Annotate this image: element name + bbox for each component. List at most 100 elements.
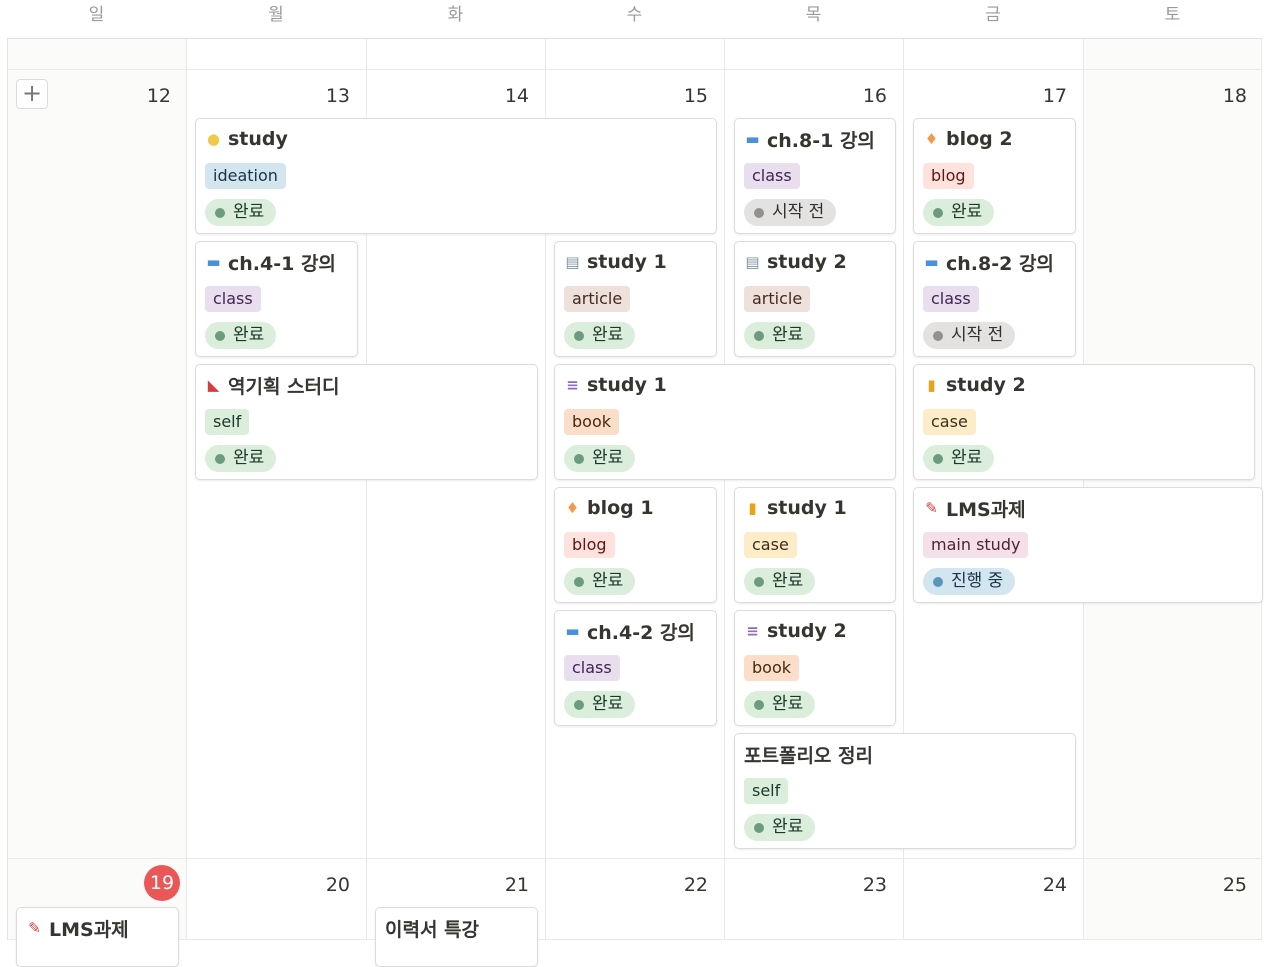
event-title: study 2 [767,251,847,273]
status-label: 완료 [592,448,624,468]
newspaper-icon: ▤ [745,253,760,271]
notebook-icon: ▮ [748,499,757,517]
event-title: ch.8-1 강의 [767,129,875,152]
status-label: 완료 [772,817,804,837]
event-title: ch.8-2 강의 [946,252,1054,275]
pencil-icon: ✎ [28,919,41,937]
event-tag: self [205,409,250,435]
event-card[interactable]: ● study ideation 완료 [195,118,717,234]
day-cell[interactable] [904,39,1084,70]
day-number: 14 [504,85,529,107]
status-label: 완료 [233,325,265,345]
event-tag: class [205,286,261,312]
event-card[interactable]: ◣ 역기획 스터디 self 완료 [195,364,538,480]
event-card[interactable]: ▬ ch.8-2 강의 class 시작 전 [913,241,1076,357]
status-badge: 완료 [205,445,277,472]
books-icon: ≡ [566,376,579,394]
event-tag: article [744,286,811,312]
event-card[interactable]: ▮ study 2 case 완료 [913,364,1255,480]
event-tag: blog [923,163,974,189]
event-title: LMS과제 [49,918,129,941]
event-title: 역기획 스터디 [228,375,340,398]
event-tag: ideation [205,163,286,189]
event-tag: self [744,778,789,804]
day-cell-20[interactable] [187,859,367,940]
event-tag: case [744,532,797,558]
day-number: 25 [1222,874,1247,896]
day-cell[interactable] [546,39,725,70]
day-cell-23[interactable] [725,859,904,940]
notebook-icon: ▮ [927,376,936,394]
day-cell-22[interactable] [546,859,725,940]
event-tag: class [744,163,800,189]
event-card[interactable]: ▤ study 2 article 완료 [734,241,896,357]
status-dot-icon [933,576,943,587]
event-card[interactable]: 포트폴리오 정리 self 완료 [734,733,1076,849]
event-card[interactable]: ▮ study 1 case 완료 [734,487,896,603]
day-cell[interactable] [1084,39,1262,70]
status-dot-icon [574,330,584,341]
status-label: 완료 [592,325,624,345]
event-card[interactable]: ≡ study 1 book 완료 [554,364,896,480]
day-cell-24[interactable] [904,859,1084,940]
status-dot-icon [933,330,943,341]
day-number: 23 [862,874,887,896]
add-event-button[interactable]: + [16,79,48,109]
weekday-tue: 화 [447,5,464,25]
status-label: 완료 [951,448,983,468]
status-label: 완료 [951,202,983,222]
event-card[interactable]: ▬ ch.8-1 강의 class 시작 전 [734,118,896,234]
weekday-sat: 토 [1164,5,1181,25]
event-card[interactable]: ♦ blog 1 blog 완료 [554,487,717,603]
weekday-sun: 일 [88,5,105,25]
event-card[interactable]: ≡ study 2 book 완료 [734,610,896,726]
day-cell[interactable] [367,39,546,70]
day-cell[interactable] [725,39,904,70]
day-number: 16 [862,85,887,107]
day-cell[interactable] [187,39,367,70]
laptop-icon: ▬ [924,253,939,271]
event-card[interactable]: ▬ ch.4-2 강의 class 완료 [554,610,717,726]
day-number: 20 [325,874,350,896]
day-cell[interactable] [8,39,187,70]
event-tag: book [744,655,799,681]
event-tag: blog [564,532,615,558]
laptop-icon: ▬ [206,253,221,271]
status-label: 완료 [772,571,804,591]
status-dot-icon [754,699,764,710]
status-dot-icon [754,576,764,587]
event-tag: case [923,409,976,435]
status-dot-icon [574,453,584,464]
event-card[interactable]: 이력서 특강 [375,907,538,967]
day-number: 22 [683,874,708,896]
status-dot-icon [754,330,764,341]
books-icon: ≡ [746,622,759,640]
weekday-thu: 목 [805,5,822,25]
weekday-fri: 금 [985,5,1001,25]
status-badge: 시작 전 [923,322,1016,349]
event-title: 이력서 특강 [385,918,480,941]
status-dot-icon [215,453,225,464]
event-title: LMS과제 [946,498,1026,521]
event-title: study 2 [946,374,1026,396]
laptop-icon: ▬ [565,622,580,640]
status-label: 완료 [772,325,804,345]
event-card[interactable]: ♦ blog 2 blog 완료 [913,118,1076,234]
event-title: study 1 [587,251,667,273]
event-card[interactable]: ✎ LMS과제 [16,907,179,967]
candle-icon: ♦ [565,499,580,517]
event-card[interactable]: ✎ LMS과제 main study 진행 중 [913,487,1263,603]
weekday-mon: 월 [268,5,284,25]
status-dot-icon [215,330,225,341]
day-cell-12[interactable] [8,70,187,859]
status-badge: 완료 [564,322,636,349]
status-badge: 완료 [744,322,816,349]
event-card[interactable]: ▤ study 1 article 완료 [554,241,717,357]
status-badge: 완료 [205,322,277,349]
status-label: 진행 중 [951,571,1004,591]
day-cell-25[interactable] [1084,859,1262,940]
status-dot-icon [754,207,764,218]
event-card[interactable]: ▬ ch.4-1 강의 class 완료 [195,241,358,357]
status-badge: 시작 전 [744,199,837,226]
event-title: blog 1 [587,497,654,519]
